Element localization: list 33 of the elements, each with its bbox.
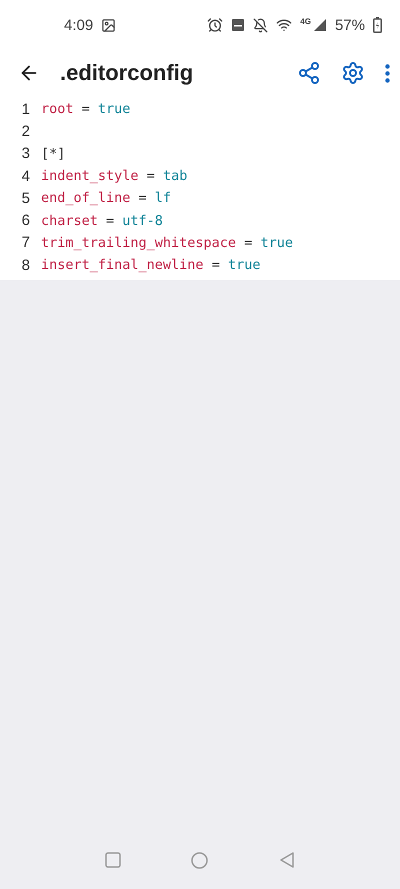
code-line: trim_trailing_whitespace = true xyxy=(41,234,293,251)
file-title: .editorconfig xyxy=(60,60,194,86)
bell-off-icon xyxy=(253,18,268,32)
network-type: 4G xyxy=(300,16,311,26)
share-button[interactable] xyxy=(297,61,321,85)
more-icon xyxy=(385,64,390,82)
code-editor[interactable]: 1 root = true 2 3 [*] 4 indent_style = tab 5 end_of_line = lf 6 charset = utf-8 7 trim_trailing_whitespace = true 8 insert_final_newline = true xyxy=(0,96,400,280)
line-number: 3 xyxy=(20,145,31,162)
volte-icon xyxy=(231,18,246,32)
signal-icon xyxy=(312,18,327,32)
image-icon xyxy=(101,18,116,32)
line-number: 7 xyxy=(20,234,31,252)
status-time: 4:09 xyxy=(64,16,94,34)
wifi-icon xyxy=(276,17,292,33)
code-line: indent_style = tab xyxy=(41,168,188,184)
more-button[interactable] xyxy=(385,64,390,82)
code-line: end_of_line = lf xyxy=(41,190,172,206)
line-number: 6 xyxy=(20,212,31,230)
battery-icon xyxy=(373,17,382,33)
share-icon xyxy=(297,61,321,85)
code-line: insert_final_newline = true xyxy=(41,257,260,274)
alarm-icon xyxy=(207,17,224,33)
code-line: charset = utf-8 xyxy=(41,212,163,229)
code-line: root = true xyxy=(41,101,130,118)
line-number: 2 xyxy=(20,122,31,140)
line-number: 1 xyxy=(20,100,31,118)
settings-icon xyxy=(341,61,365,85)
battery-percent: 57% xyxy=(334,16,365,34)
line-number: 5 xyxy=(20,190,31,207)
settings-button[interactable] xyxy=(341,61,365,85)
line-number: 4 xyxy=(20,168,31,185)
code-line: [*] xyxy=(41,146,66,162)
line-number: 8 xyxy=(20,256,31,274)
